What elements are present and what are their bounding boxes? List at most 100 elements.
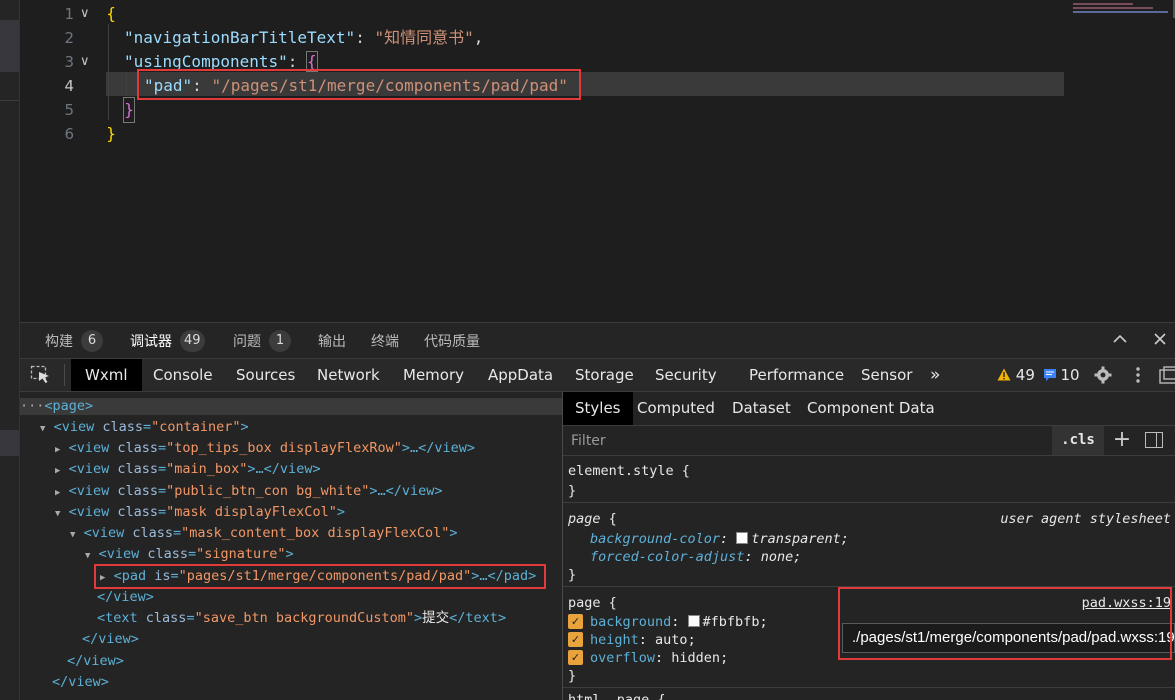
tree-row[interactable]: ▼ <view class="signature"> (85, 544, 562, 565)
property-name: background (590, 614, 672, 630)
attr-value: "mask_content_box displayFlexCol" (181, 525, 450, 541)
collapsed-triangle-icon[interactable]: ▶ (55, 445, 60, 455)
rule-selector[interactable]: element.style { (568, 462, 690, 480)
tree-row[interactable]: ▼ <view class="mask displayFlexCol"> (55, 502, 562, 523)
tab-sensor[interactable]: Sensor (861, 359, 912, 391)
attr-value: "container" (151, 419, 241, 435)
dock-icon[interactable] (1159, 366, 1175, 384)
tab-problems[interactable]: 问题 1 (233, 323, 291, 359)
checkbox-checked-icon[interactable]: ✓ (568, 632, 583, 647)
rule-selector[interactable]: page { (568, 510, 617, 528)
tag-name: view (106, 546, 140, 562)
rule-close: } (568, 567, 577, 583)
filter-input[interactable] (563, 426, 1051, 455)
tab-label: 输出 (318, 334, 346, 350)
styles-sidebar: Styles Computed Dataset Component Data .… (563, 392, 1175, 700)
code-editor[interactable]: 1 ∨ { 2 "navigationBarTitleText": "知情同意书… (20, 0, 1175, 322)
rule-selector[interactable]: html, page { (568, 691, 666, 700)
tab-debugger[interactable]: 调试器 49 (130, 323, 205, 359)
tree-row[interactable]: <text class="save_btn backgroundCustom">… (97, 608, 562, 629)
tab-network[interactable]: Network (317, 359, 380, 391)
gear-icon[interactable] (1093, 365, 1113, 385)
tree-row[interactable]: ▶ <view class="top_tips_box displayFlexR… (55, 438, 562, 459)
attr-name: class (117, 461, 158, 477)
tab-sources[interactable]: Sources (236, 359, 295, 391)
chevron-up-icon[interactable] (1110, 331, 1130, 351)
code-text: } (106, 124, 117, 143)
tree-row[interactable]: </view> (52, 672, 562, 693)
inspect-cursor-icon[interactable] (30, 365, 52, 385)
expanded-triangle-icon[interactable]: ▼ (55, 509, 60, 519)
tab-label: 调试器 (130, 334, 172, 350)
count-badge: 6 (81, 330, 103, 352)
property-name: forced-color-adjust (590, 549, 745, 565)
tab-computed[interactable]: Computed (637, 392, 715, 425)
tab-label: 构建 (45, 334, 73, 350)
cls-button[interactable]: .cls (1052, 426, 1104, 455)
new-rule-plus-icon[interactable]: + (1111, 429, 1133, 451)
tab-terminal[interactable]: 终端 (371, 323, 399, 359)
property-value: auto (655, 632, 688, 648)
tab-build[interactable]: 构建 6 (45, 323, 103, 359)
close-icon[interactable] (1150, 331, 1170, 351)
rule-selector[interactable]: page { (568, 594, 617, 612)
toggle-sidebar-icon[interactable] (1145, 432, 1163, 448)
tree-row[interactable]: ▶ <view class="main_box">…</view> (55, 459, 562, 480)
expanded-triangle-icon[interactable]: ▼ (85, 551, 90, 561)
warning-triangle-icon (997, 360, 1011, 392)
tab-output[interactable]: 输出 (318, 323, 346, 359)
count-badge: 49 (180, 330, 205, 352)
tree-row[interactable]: ▼ <view class="container"> (40, 417, 562, 438)
message-icon (1043, 360, 1056, 392)
warning-count: 49 (1015, 366, 1035, 384)
tab-appdata[interactable]: AppData (488, 359, 553, 391)
expanded-triangle-icon[interactable]: ▼ (40, 424, 45, 434)
collapsed-triangle-icon[interactable]: ▶ (55, 466, 60, 476)
tab-storage[interactable]: Storage (575, 359, 634, 391)
tree-row[interactable]: ▶ <view class="public_btn_con bg_white">… (55, 481, 562, 502)
checkbox-checked-icon[interactable]: ✓ (568, 614, 583, 629)
tab-security[interactable]: Security (655, 359, 717, 391)
rule-source: user agent stylesheet (1000, 511, 1171, 527)
kebab-icon[interactable] (1132, 365, 1144, 385)
line-number: 4 (64, 77, 74, 95)
rule-divider (563, 502, 1175, 503)
tree-row[interactable]: ···<page> (20, 396, 562, 417)
more-tabs-chevron-icon[interactable]: » (930, 359, 940, 391)
checkbox-checked-icon[interactable]: ✓ (568, 650, 583, 665)
selector-name: page (568, 511, 601, 527)
attr-value: "public_btn_con bg_white" (166, 483, 370, 499)
tab-component-data[interactable]: Component Data (807, 392, 935, 425)
issues-counter[interactable]: 49 10 (997, 359, 1080, 391)
tree-row[interactable]: </view> (97, 587, 562, 608)
expanded-triangle-icon[interactable]: ▼ (70, 530, 75, 540)
tab-styles[interactable]: Styles (563, 392, 633, 425)
tab-wxml[interactable]: Wxml (71, 359, 142, 391)
fold-chevron-icon[interactable]: ∨ (80, 2, 96, 26)
minimap[interactable] (1073, 3, 1173, 13)
color-swatch[interactable] (736, 532, 749, 544)
closing-tag: </text> (449, 610, 507, 626)
count-badge: 1 (269, 330, 291, 352)
tab-performance[interactable]: Performance (749, 359, 844, 391)
ellipsis-icon: ··· (20, 398, 45, 414)
tree-row[interactable]: </view> (67, 651, 562, 672)
toolbar-separator (64, 364, 65, 386)
tree-row[interactable]: </view> (82, 629, 562, 650)
color-swatch[interactable] (687, 615, 700, 627)
tab-code-quality[interactable]: 代码质量 (424, 323, 480, 359)
fold-chevron-icon[interactable]: ∨ (80, 50, 96, 74)
tab-dataset[interactable]: Dataset (732, 392, 791, 425)
collapsed-triangle-icon[interactable]: ▶ (55, 488, 60, 498)
tag-name: text (105, 610, 138, 626)
tree-row[interactable]: ▼ <view class="mask_content_box displayF… (70, 523, 562, 544)
json-value: "知情同意书" (374, 28, 474, 47)
tab-memory[interactable]: Memory (403, 359, 464, 391)
rule-close: } (568, 668, 577, 684)
code-line: 1 ∨ { (20, 2, 1175, 26)
property-value: none (760, 549, 794, 565)
code-line: 2 "navigationBarTitleText": "知情同意书", (20, 26, 1175, 50)
json-key: "navigationBarTitleText" (124, 28, 356, 47)
code-line: 6 } (20, 122, 1175, 146)
tab-console[interactable]: Console (153, 359, 213, 391)
